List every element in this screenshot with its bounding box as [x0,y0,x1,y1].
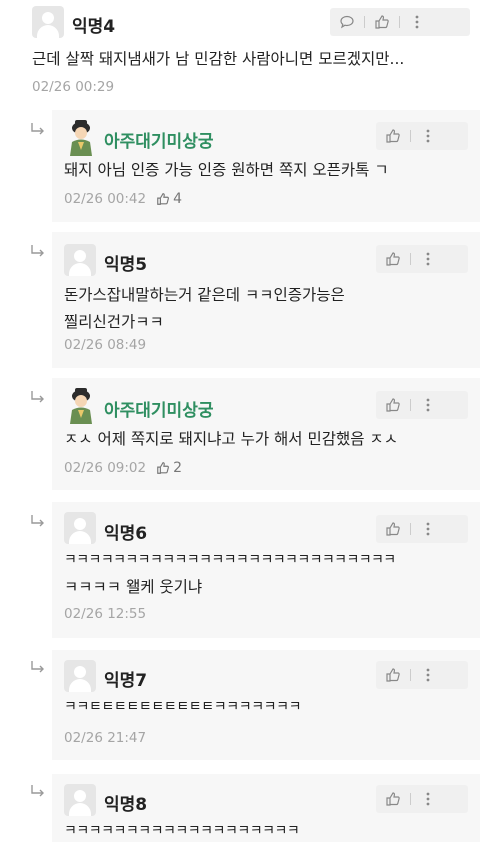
thumbs-up-icon [386,668,400,682]
like-button[interactable] [376,661,410,689]
comment-text: ㅋㅋㅋㅋㅋㅋㅋㅋㅋㅋㅋㅋㅋㅋㅋㅋㅋㅋㅋㅋㅋㅋㅋㅋㅋㅋㅋ ㅋㅋㅋㅋ 왤케 웃기냐 [64,552,396,596]
avatar[interactable] [64,120,98,156]
like-count: 2 [156,460,182,476]
reply-button[interactable] [330,8,364,36]
thumbs-up-icon [386,129,400,143]
like-button[interactable] [376,515,410,543]
comment-actions [376,122,468,150]
comment-time: 02/26 08:49 [64,337,147,353]
reply-arrow-icon [31,123,44,135]
thumbs-up-icon [386,522,400,536]
more-button[interactable] [411,391,445,419]
more-button[interactable] [400,8,434,36]
comment-author[interactable]: 익명7 [104,666,147,691]
comment-text: ㅈㅅ 어제 쪽지로 돼지냐고 누가 해서 민감했음 ㅈㅅ [64,430,398,448]
comment-time: 02/26 00:29 [32,79,115,95]
avatar[interactable] [64,244,96,276]
comment-text: 돼지 아님 인증 가능 인증 원하면 쪽지 오픈카톡 ㄱ [64,161,389,179]
thumbs-up-icon [386,252,400,266]
reply-comment: 아주대기미상궁 돼지 아님 인증 가능 인증 원하면 쪽지 오픈카톡 ㄱ 02/… [0,110,500,222]
like-button[interactable] [376,245,410,273]
thumbs-up-icon [386,792,400,806]
comment-time: 02/26 00:42 4 [64,191,183,207]
thumbs-up-icon [386,398,400,412]
comment-text: 근데 살짝 돼지냄새가 남 민감한 사람아니면 모르겠지만... [32,50,405,68]
reply-comment: 익명8 ㅋㅋㅋㅋㅋㅋㅋㅋㅋㅋㅋㅋㅋㅋㅋㅋㅋㅋㅋ [0,774,500,842]
thumbs-up-icon [157,462,170,474]
thumbs-up-icon [375,15,389,29]
comment-time: 02/26 12:55 [64,606,147,622]
reply-arrow-icon [31,391,44,403]
comment-actions [376,391,468,419]
comment-author[interactable]: 익명8 [104,790,147,815]
more-vertical-icon [426,398,430,412]
reply-comment: 익명6 ㅋㅋㅋㅋㅋㅋㅋㅋㅋㅋㅋㅋㅋㅋㅋㅋㅋㅋㅋㅋㅋㅋㅋㅋㅋㅋㅋ ㅋㅋㅋㅋ 왤케 … [0,502,500,638]
more-vertical-icon [426,668,430,682]
avatar[interactable] [64,660,96,692]
avatar[interactable] [64,784,96,816]
chat-bubble-icon [340,15,354,29]
comment-actions [330,8,470,36]
comment-author[interactable]: 아주대기미상궁 [104,127,213,152]
character-avatar-icon [70,120,92,156]
avatar[interactable] [64,388,98,424]
comment-author[interactable]: 아주대기미상궁 [104,396,213,421]
comment: 익명4 근데 살짝 돼지냄새가 남 민감한 사람아니면 모르겠지만... 02/… [0,0,500,110]
more-button[interactable] [411,661,445,689]
thumbs-up-icon [157,193,170,205]
more-vertical-icon [415,15,419,29]
reply-comment: 아주대기미상궁 ㅈㅅ 어제 쪽지로 돼지냐고 누가 해서 민감했음 ㅈㅅ 02/… [0,378,500,490]
like-button[interactable] [376,391,410,419]
comment-time: 02/26 09:02 2 [64,460,183,476]
comment-actions [376,661,468,689]
avatar[interactable] [64,512,96,544]
comment-time: 02/26 21:47 [64,730,147,746]
more-button[interactable] [411,515,445,543]
reply-comment: 익명5 돈가스잡내말하는거 같은데 ㅋㅋ인증가능은 찔리신건가ㅋㅋ 02/26 … [0,232,500,368]
comment-author[interactable]: 익명6 [104,519,147,544]
more-button[interactable] [411,785,445,813]
more-button[interactable] [411,122,445,150]
comment-actions [376,785,468,813]
comment-text: ㅋㅋㅋㅋㅋㅋㅋㅋㅋㅋㅋㅋㅋㅋㅋㅋㅋㅋㅋ [64,823,300,839]
like-count: 4 [156,191,182,207]
comment-actions [376,245,468,273]
like-button[interactable] [376,122,410,150]
comment-text: 돈가스잡내말하는거 같은데 ㅋㅋ인증가능은 찔리신건가ㅋㅋ [64,286,345,331]
comment-actions [376,515,468,543]
more-vertical-icon [426,522,430,536]
reply-arrow-icon [31,785,44,797]
more-vertical-icon [426,129,430,143]
avatar[interactable] [32,6,64,38]
like-button[interactable] [376,785,410,813]
comment-text: ㅋㅋㅌㅌㅌㅌㅌㅌㅌㅌㅌㅌㅋㅋㅋㅋㅋㅋㅋ [64,699,302,715]
more-vertical-icon [426,792,430,806]
reply-arrow-icon [31,245,44,257]
more-button[interactable] [411,245,445,273]
reply-arrow-icon [31,515,44,527]
character-avatar-icon [70,388,92,424]
reply-arrow-icon [31,661,44,673]
reply-comment: 익명7 ㅋㅋㅌㅌㅌㅌㅌㅌㅌㅌㅌㅌㅋㅋㅋㅋㅋㅋㅋ 02/26 21:47 [0,650,500,760]
comment-author[interactable]: 익명5 [104,250,147,275]
like-button[interactable] [365,8,399,36]
comment-author[interactable]: 익명4 [72,12,115,37]
more-vertical-icon [426,252,430,266]
